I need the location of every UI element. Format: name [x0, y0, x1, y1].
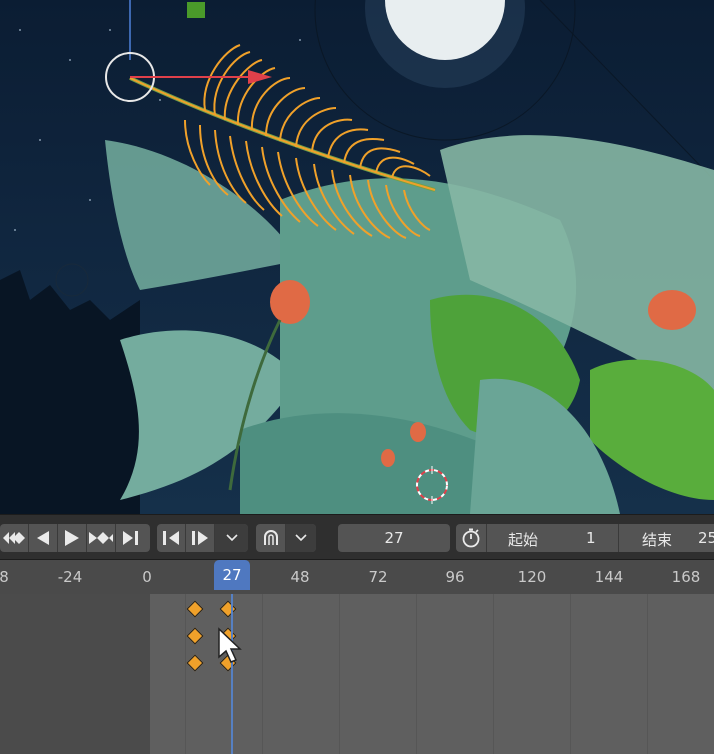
- jump-to-start-icon: [3, 532, 25, 544]
- channel-region[interactable]: [0, 594, 150, 754]
- snap-controls: [256, 524, 316, 552]
- keyframe-nav-controls: [157, 524, 248, 552]
- start-frame-label: 起始: [508, 531, 539, 549]
- dopesheet-editor[interactable]: 8 -24 0 48 72 96 120 144 168: [0, 560, 714, 754]
- next-keyframe-button[interactable]: [186, 524, 215, 552]
- prev-keyframe-icon: [163, 531, 179, 545]
- chevron-down-icon: [295, 534, 307, 542]
- playhead-line[interactable]: [231, 594, 233, 754]
- timeline-header: 27 起始 1 结束 25: [0, 514, 714, 560]
- use-preview-range-button[interactable]: [456, 524, 487, 552]
- snap-dropdown[interactable]: [286, 524, 316, 552]
- playback-controls: [0, 524, 150, 552]
- chevron-down-icon: [225, 534, 238, 542]
- start-frame-field[interactable]: 1: [586, 529, 596, 547]
- grid-line: [262, 594, 263, 754]
- ruler-tick-label: 144: [594, 568, 624, 586]
- grid-line: [185, 594, 186, 754]
- jump-to-keyframe-start-button[interactable]: [0, 524, 29, 552]
- prev-keyframe-button[interactable]: [157, 524, 186, 552]
- grid-line: [647, 594, 648, 754]
- jump-to-end-icon: [122, 531, 138, 545]
- tulip-flower: [270, 280, 310, 324]
- ruler-tick-label: 96: [445, 568, 465, 586]
- play-button[interactable]: [58, 524, 87, 552]
- next-keyframe-icon: [192, 531, 208, 545]
- frame-range-group: 起始 1 结束 25: [456, 524, 714, 552]
- jump-to-keyframe-end-button[interactable]: [87, 524, 116, 552]
- ruler-tick-label: -24: [57, 568, 83, 586]
- grid-line: [570, 594, 571, 754]
- stopwatch-icon: [462, 528, 480, 548]
- range-divider: [618, 524, 619, 552]
- end-frame-field[interactable]: 25: [698, 529, 714, 547]
- step-back-button[interactable]: [29, 524, 58, 552]
- keying-dropdown[interactable]: [215, 524, 248, 552]
- mouse-pointer-icon: [218, 627, 242, 663]
- keyframe-region[interactable]: [150, 594, 714, 754]
- scene-illustration: [0, 0, 714, 514]
- playhead-frame-indicator[interactable]: 27: [214, 560, 250, 590]
- frame-ruler[interactable]: 8 -24 0 48 72 96 120 144 168: [0, 560, 714, 594]
- ruler-tick-label: 0: [142, 568, 152, 586]
- grid-line: [416, 594, 417, 754]
- current-frame-field[interactable]: 27: [338, 524, 450, 552]
- magnet-icon: [263, 530, 278, 545]
- play-icon: [65, 530, 79, 546]
- step-back-icon: [37, 531, 49, 545]
- grid-line: [339, 594, 340, 754]
- jump-to-end-button[interactable]: [116, 524, 145, 552]
- end-frame-label: 结束: [642, 531, 673, 549]
- tulip-flower: [648, 290, 696, 330]
- ruler-tick-label: 8: [0, 568, 9, 586]
- ruler-tick-label: 48: [290, 568, 310, 586]
- grid-line: [493, 594, 494, 754]
- ruler-tick-label: 72: [368, 568, 388, 586]
- ruler-tick-label: 168: [671, 568, 701, 586]
- ruler-tick-label: 120: [517, 568, 547, 586]
- next-keyframe-icon: [89, 532, 113, 544]
- 3d-viewport[interactable]: [0, 0, 714, 514]
- snap-toggle-button[interactable]: [256, 524, 286, 552]
